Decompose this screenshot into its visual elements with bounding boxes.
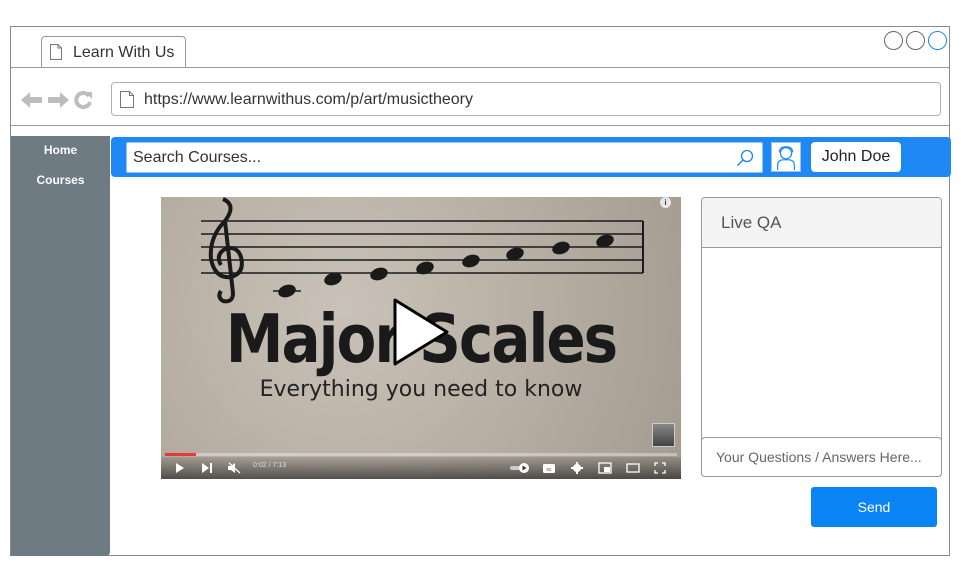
sidebar-item-courses[interactable]: Courses xyxy=(11,166,110,196)
user-name-button[interactable]: John Doe xyxy=(811,142,901,172)
address-bar[interactable]: https://www.learnwithus.com/p/art/musict… xyxy=(111,82,941,116)
address-divider xyxy=(11,125,949,126)
document-icon xyxy=(50,44,62,60)
mute-icon[interactable] xyxy=(227,462,241,474)
back-arrow-icon[interactable] xyxy=(21,92,43,108)
captions-icon[interactable]: cc xyxy=(542,462,556,474)
progress-bar[interactable] xyxy=(165,453,677,456)
minimize-button[interactable] xyxy=(884,31,903,50)
play-small-icon[interactable] xyxy=(175,462,185,474)
channel-thumbnail[interactable] xyxy=(652,423,675,447)
qa-message-input[interactable] xyxy=(701,437,942,477)
miniplayer-icon[interactable] xyxy=(598,462,612,474)
video-subtitle: Everything you need to know xyxy=(259,377,583,402)
info-icon[interactable]: i xyxy=(660,197,671,208)
live-qa-panel: Live QA xyxy=(701,197,942,477)
search-input[interactable] xyxy=(133,143,733,172)
search-box xyxy=(126,142,763,173)
window-controls xyxy=(884,31,947,50)
svg-text:cc: cc xyxy=(547,467,553,473)
sidebar: Home Courses xyxy=(11,136,110,556)
browser-window: Learn With Us https://www.learnwithus.co… xyxy=(10,26,951,556)
play-icon[interactable] xyxy=(391,297,451,367)
url-text: https://www.learnwithus.com/p/art/musict… xyxy=(144,91,474,108)
video-player[interactable]: i Major Scales Everything you need to kn… xyxy=(161,197,681,479)
page-icon xyxy=(120,91,134,108)
search-icon[interactable] xyxy=(736,149,754,167)
sidebar-item-home[interactable]: Home xyxy=(11,136,110,166)
user-avatar-icon[interactable] xyxy=(771,142,801,172)
theater-mode-icon[interactable] xyxy=(626,462,640,474)
top-bar: John Doe xyxy=(111,137,951,177)
tab-divider xyxy=(11,67,949,68)
send-button[interactable]: Send xyxy=(811,487,937,527)
tab-title: Learn With Us xyxy=(73,44,175,61)
autoplay-toggle-icon[interactable] xyxy=(509,462,531,474)
qa-title: Live QA xyxy=(721,213,782,232)
qa-header: Live QA xyxy=(702,198,941,248)
forward-arrow-icon[interactable] xyxy=(47,92,69,108)
settings-gear-icon[interactable] xyxy=(571,462,583,474)
next-icon[interactable] xyxy=(201,462,213,474)
maximize-button[interactable] xyxy=(906,31,925,50)
nav-controls xyxy=(21,90,93,110)
browser-tab[interactable]: Learn With Us xyxy=(41,36,186,67)
close-button[interactable] xyxy=(928,31,947,50)
video-controls: 0:02 / 7:13 cc xyxy=(161,457,681,479)
fullscreen-icon[interactable] xyxy=(654,462,666,474)
reload-icon[interactable] xyxy=(73,90,93,110)
progress-fill xyxy=(165,453,196,456)
time-display: 0:02 / 7:13 xyxy=(253,462,287,469)
